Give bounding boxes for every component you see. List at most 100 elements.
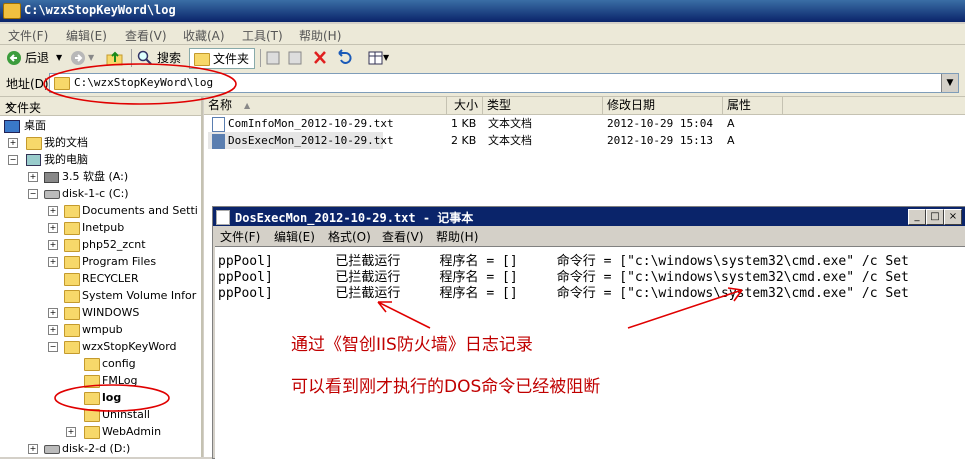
undo-icon[interactable]	[338, 49, 352, 64]
notepad-menu-file[interactable]: 文件(F)	[220, 228, 260, 245]
column-size[interactable]: 大小	[447, 97, 483, 114]
folder-icon	[26, 137, 42, 150]
expand-icon[interactable]: +	[48, 308, 58, 318]
search-icon	[137, 50, 152, 65]
column-date[interactable]: 修改日期	[603, 97, 723, 114]
folders-button[interactable]: 文件夹	[189, 48, 255, 69]
chevron-down-icon[interactable]: ▼	[88, 48, 94, 68]
menu-file[interactable]: 文件(F)	[8, 27, 48, 44]
folder-icon	[84, 409, 100, 422]
search-label: 搜索	[157, 51, 182, 65]
collapse-icon[interactable]: −	[8, 155, 18, 165]
up-folder-button[interactable]	[106, 48, 126, 68]
address-input[interactable]: C:\wzxStopKeyWord\log ▼	[49, 73, 959, 93]
notepad-title: DosExecMon_2012-10-29.txt - 记事本	[235, 211, 474, 225]
folder-icon	[64, 290, 80, 303]
folder-pane-header: 文件夹 ×	[0, 97, 201, 116]
folder-icon	[64, 239, 80, 252]
annotation-line-1: 通过《智创IIS防火墙》日志记录	[291, 335, 533, 355]
sort-up-icon: ▲	[244, 101, 251, 110]
folders-label: 文件夹	[213, 52, 250, 66]
menu-view[interactable]: 查看(V)	[125, 27, 167, 44]
expand-icon[interactable]: +	[66, 427, 76, 437]
folder-icon	[84, 426, 100, 439]
folder-icon	[64, 256, 80, 269]
expand-icon[interactable]: +	[48, 240, 58, 250]
log-line: ppPool] 已拦截运行 程序名 = [] 命令行 = ["c:\window…	[218, 286, 909, 301]
drive-icon	[44, 190, 60, 199]
address-value: C:\wzxStopKeyWord\log	[74, 76, 214, 89]
expand-icon[interactable]: +	[48, 257, 58, 267]
expand-icon[interactable]: +	[28, 444, 38, 454]
folder-open-icon	[84, 392, 100, 405]
window-title-bar: C:\wzxStopKeyWord\log	[0, 0, 965, 22]
collapse-icon[interactable]: −	[28, 189, 38, 199]
file-row[interactable]: DosExecMon_2012-10-29.txt 2 KB 文本文档 2012…	[204, 132, 965, 149]
expand-icon[interactable]: +	[48, 206, 58, 216]
notepad-menu-bar: 文件(F) 编辑(E) 格式(O) 查看(V) 帮助(H)	[213, 226, 965, 245]
forward-arrow-icon	[71, 51, 85, 65]
window-title: C:\wzxStopKeyWord\log	[24, 3, 176, 17]
folder-tree-pane: 文件夹 × 桌面 + 我的文档 − 我的电脑 + 3.5 软盘 (A:) − d…	[0, 97, 203, 457]
up-folder-icon	[106, 51, 123, 66]
toolbar-actions	[266, 49, 383, 65]
notepad-icon	[216, 210, 230, 225]
folder-icon	[64, 222, 80, 235]
minimize-icon[interactable]: _	[908, 209, 926, 225]
menu-help[interactable]: 帮助(H)	[299, 27, 341, 44]
close-icon[interactable]: ×	[944, 209, 962, 225]
file-row[interactable]: ComInfoMon_2012-10-29.txt 1 KB 文本文档 2012…	[204, 115, 965, 132]
column-name[interactable]: 名称 ▲	[204, 97, 447, 114]
toolbar: 后退 ▼ ▼ 搜索 文件夹 ▼	[0, 45, 965, 72]
expand-icon[interactable]: +	[48, 325, 58, 335]
folder-icon	[64, 307, 80, 320]
drive-icon	[44, 445, 60, 454]
folder-icon	[54, 77, 70, 90]
menu-tools[interactable]: 工具(T)	[242, 27, 283, 44]
expand-icon[interactable]: +	[8, 138, 18, 148]
chevron-down-icon[interactable]: ▼	[941, 74, 958, 92]
menu-edit[interactable]: 编辑(E)	[66, 27, 107, 44]
computer-icon	[26, 154, 41, 166]
folder-icon	[64, 273, 80, 286]
maximize-icon[interactable]: □	[926, 209, 944, 225]
views-icon[interactable]	[368, 51, 383, 65]
notepad-menu-edit[interactable]: 编辑(E)	[274, 228, 315, 245]
address-label: 地址(D)	[6, 77, 49, 91]
collapse-icon[interactable]: −	[48, 342, 58, 352]
back-button[interactable]: 后退 ▼	[4, 48, 64, 68]
text-file-icon	[212, 117, 225, 132]
folder-icon	[84, 358, 100, 371]
annotation-line-2: 可以看到刚才执行的DOS命令已经被阻断	[291, 377, 601, 397]
back-arrow-icon	[7, 51, 21, 65]
forward-button[interactable]: ▼	[68, 48, 98, 68]
chevron-down-icon[interactable]: ▼	[56, 48, 62, 68]
folder-icon	[64, 205, 80, 218]
folder-icon	[84, 375, 100, 388]
menu-favorites[interactable]: 收藏(A)	[183, 27, 225, 44]
menu-bar: 文件(F) 编辑(E) 查看(V) 收藏(A) 工具(T) 帮助(H)	[0, 24, 965, 45]
folder-icon	[64, 324, 80, 337]
chevron-down-icon[interactable]: ▼	[383, 48, 389, 68]
close-icon[interactable]: ×	[5, 99, 197, 112]
file-list-header: 名称 ▲ 大小 类型 修改日期 属性	[204, 97, 965, 115]
notepad-menu-format[interactable]: 格式(O)	[328, 228, 371, 245]
desktop-icon	[4, 120, 20, 133]
expand-icon[interactable]: +	[28, 172, 38, 182]
back-label: 后退	[25, 51, 50, 65]
notepad-menu-help[interactable]: 帮助(H)	[436, 228, 478, 245]
copy-to-icon[interactable]	[288, 51, 302, 65]
text-file-icon	[212, 134, 225, 149]
search-button[interactable]: 搜索	[135, 48, 185, 68]
folder-icon	[3, 3, 21, 19]
address-bar: 地址(D) C:\wzxStopKeyWord\log ▼	[0, 71, 965, 97]
move-to-icon[interactable]	[266, 51, 280, 65]
folder-icon	[64, 341, 80, 354]
floppy-icon	[44, 172, 59, 183]
column-attr[interactable]: 属性	[723, 97, 783, 114]
delete-icon[interactable]	[314, 51, 326, 64]
expand-icon[interactable]: +	[48, 223, 58, 233]
notepad-menu-view[interactable]: 查看(V)	[382, 228, 424, 245]
folder-icon	[194, 53, 210, 66]
column-type[interactable]: 类型	[483, 97, 603, 114]
